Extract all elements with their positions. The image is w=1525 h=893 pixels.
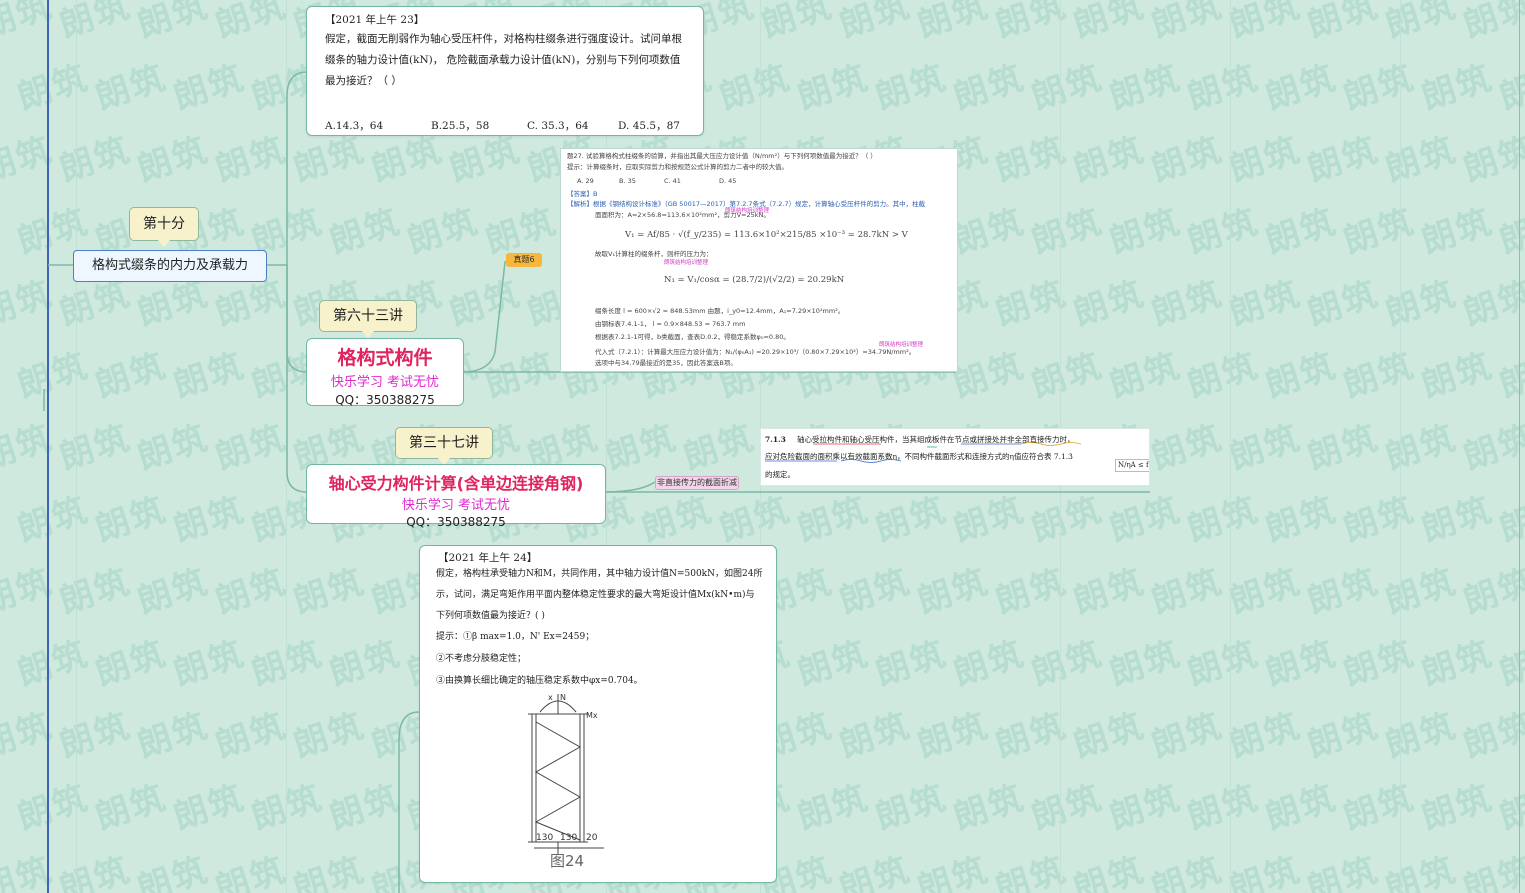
scan-option: C. 41 <box>664 177 681 185</box>
scan-length: 缀条长度 l = 600×√2 = 848.53mm 由题，i_y0=12.4m… <box>595 307 845 315</box>
figure-dimension: 130 <box>560 833 577 843</box>
scan-equation: N₁ = V₁/cosα = (28.7/2)/(√2/2) = 20.29kN <box>664 275 845 285</box>
option-a: A.14.3，64 <box>325 120 384 132</box>
question-line: 缀条的轴力设计值(kN)， 危险截面承载力设计值(kN)，分别与下列何项数值 <box>325 54 681 66</box>
callout-lecture-63[interactable]: 第六十三讲 <box>319 300 417 338</box>
question-line: 示，试问，满足弯矩作用平面内整体稳定性要求的最大弯矩设计值Mx(kN•m)与 <box>436 590 755 600</box>
figure-m-label: Mx <box>586 711 598 720</box>
callout-label: 第十分 <box>143 216 185 232</box>
topic-node[interactable]: 格构式缀条的内力及承载力 <box>73 250 267 282</box>
lecture-63-card[interactable]: 格构式构件 快乐学习 考试无忧 QQ：350388275 <box>306 338 464 407</box>
topic-label: 格构式缀条的内力及承载力 <box>91 258 248 273</box>
clause-underlines <box>765 442 1082 463</box>
scan-equation: V₁ = Af/85 · √(f_y/235) = 113.6×10²×215/… <box>625 230 908 240</box>
question-line: 下列何项数值最为接近？( ) <box>436 611 545 621</box>
question-line: 假定，截面无削弱作为轴心受压杆件，对格构柱缀条进行强度设计。试问单根 <box>325 33 682 45</box>
code-clause-713[interactable]: 7.1.3 轴心受拉构件和轴心受压构件，当其组成板件在节点或拼接处并非全部直接传… <box>760 428 1150 486</box>
callout-label: 第六十三讲 <box>333 308 403 324</box>
scan-hint: 提示：计算缀条时，应取实际剪力和按规范公式计算的剪力二者中的较大值。 <box>567 163 788 171</box>
scan-question: 题27. 试验算格构式柱缀条的验算，并指出其最大压应力设计值（N/mm²）与下列… <box>567 152 877 160</box>
option-d: D. 45.5，87 <box>618 120 680 132</box>
mindmap-canvas[interactable]: 朗筑 朗筑 朗筑 朗筑 朗筑 朗筑 朗筑 朗筑 朗筑 朗筑 朗筑 朗筑 朗筑 朗筑 朗筑 朗筑 朗筑 朗筑 朗筑 朗筑… <box>0 0 1525 893</box>
tag-label: 非直接传力的截面折减 <box>657 478 737 487</box>
scan-option: A. 29 <box>577 177 594 185</box>
question-hint: ③由换算长细比确定的轴压稳定系数中φx=0.704。 <box>436 676 643 686</box>
scan-final: 选项中与34.79最接近的是35，因此答案选B项。 <box>595 359 737 367</box>
figure-dimension: 20 <box>586 833 598 843</box>
lecture-title: 格构式构件 <box>337 347 433 369</box>
scan-answer: 【答案】B <box>567 190 598 198</box>
figure-n-label: N <box>560 693 566 702</box>
scan-stamp: 朗筑结构培训整理 <box>664 260 709 266</box>
question-line: 最为接近？（ ） <box>325 75 402 87</box>
lecture-37-card[interactable]: 轴心受力构件计算(含单边连接角钢) 快乐学习 考试无忧 QQ：350388275 <box>306 464 606 529</box>
scan-option: B. 35 <box>619 177 636 185</box>
callout-label: 第三十七讲 <box>409 435 479 451</box>
scan-option: D. 45 <box>719 177 737 185</box>
question-line: 假定，格构柱承受轴力N和M，共同作用，其中轴力设计值N=500kN，如图24所 <box>436 569 763 579</box>
figure-dimension: 130 <box>536 833 553 843</box>
question-hint: ②不考虑分肢稳定性； <box>436 654 527 664</box>
tag-zhenti[interactable]: 真题6 <box>506 253 542 267</box>
option-b: B.25.5，58 <box>431 120 490 132</box>
question-header: 【2021 年上午 24】 <box>438 552 538 564</box>
lecture-title: 轴心受力构件计算(含单边连接角钢) <box>328 474 584 493</box>
option-c: C. 35.3，64 <box>527 120 589 132</box>
question-24-card[interactable]: 【2021 年上午 24】 假定，格构柱承受轴力N和M，共同作用，其中轴力设计值… <box>419 545 777 883</box>
lecture-qq: QQ：350388275 <box>335 393 435 407</box>
scan-stamp: 朗筑结构培训整理 <box>725 208 770 214</box>
lecture-slogan: 快乐学习 考试无忧 <box>401 498 511 513</box>
figure-x-label: x <box>548 693 553 702</box>
scan-note: 故取V₁计算柱的缀条杆，则杆的压力为： <box>595 250 713 258</box>
figure-caption: 图24 <box>550 852 584 870</box>
scan-substitute: 代入式（7.2.1）：计算最大压应力设计值为：N₁/(φ₀A₁) =20.29×… <box>595 348 916 356</box>
callout-lecture-37[interactable]: 第三十七讲 <box>395 427 493 465</box>
question-hint: 提示：①β max=1.0，N' Ex=2459； <box>436 632 595 642</box>
solution-scan-27[interactable]: 题27. 试验算格构式柱缀条的验算，并指出其最大压应力设计值（N/mm²）与下列… <box>560 148 958 372</box>
callout-tenth[interactable]: 第十分 <box>129 207 199 247</box>
question-header: 【2021 年上午 23】 <box>325 14 425 26</box>
lecture-qq: QQ：350388275 <box>406 515 506 529</box>
tag-net-area[interactable]: 非直接传力的截面折减 <box>655 476 739 490</box>
figure-24: x N Mx 130 130 20 图24 <box>528 693 604 870</box>
lecture-slogan: 快乐学习 考试无忧 <box>330 375 440 390</box>
question-23-card[interactable]: 【2021 年上午 23】 假定，截面无削弱作为轴心受压杆件，对格构柱缀条进行强… <box>306 6 704 136</box>
scan-table: 由钢标表7.4.1-1， l = 0.9×848.53 = 763.7 mm <box>595 320 746 328</box>
tag-label: 真题6 <box>513 255 535 264</box>
scan-phi: 根据表7.2.1-1可得，b类截面，查表D.0.2，得稳定系数φ₀=0.80。 <box>595 333 790 341</box>
